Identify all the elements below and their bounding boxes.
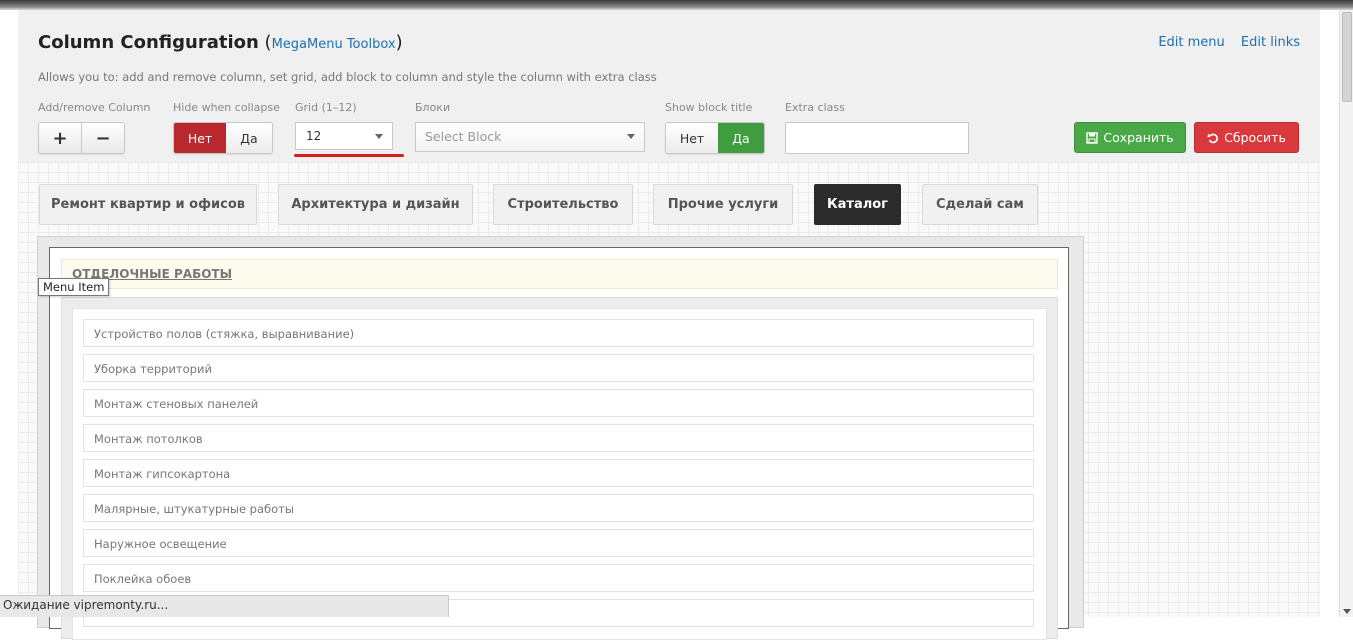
show-block-title-toggle: Нет Да [665,122,765,154]
tab-remont[interactable]: Ремонт квартир и офисов [39,184,257,225]
submenu-wrapper: Устройство полов (стяжка, выравнивание) … [61,297,1058,640]
show-block-title-label: Show block title [665,101,753,114]
submenu-list: Устройство полов (стяжка, выравнивание) … [72,308,1047,640]
tab-construction[interactable]: Строительство [493,184,633,225]
chevron-down-icon [627,134,635,139]
edit-menu-link[interactable]: Edit menu [1158,35,1224,50]
browser-top-edge [0,0,1353,10]
grid-value: 12 [306,129,322,143]
scrollbar-thumb[interactable] [1342,12,1352,102]
blocks-label: Блоки [415,101,451,114]
floppy-disk-icon [1086,131,1099,144]
list-item[interactable]: Поклейка обоев [83,564,1034,592]
tab-architecture[interactable]: Архитектура и дизайн [278,184,473,225]
list-item[interactable]: Малярные, штукатурные работы [83,494,1034,522]
list-item[interactable]: Устройство полов (стяжка, выравнивание) [83,319,1034,347]
column-config-panel: Column Configuration (MegaMenu Toolbox) … [18,10,1320,162]
reset-label: Сбросить [1224,130,1286,145]
hide-yes-button[interactable]: Да [226,123,272,153]
undo-icon [1207,133,1219,143]
tab-catalog[interactable]: Каталог [814,184,901,225]
block-select[interactable]: Select Block [415,122,645,152]
grid-select[interactable]: 12 [295,122,393,150]
title-paren-close: ) [395,32,403,53]
show-title-no-button[interactable]: Нет [666,123,718,153]
save-label: Сохранить [1103,130,1174,145]
save-button[interactable]: Сохранить [1074,122,1186,153]
extra-class-label: Extra class [785,101,845,114]
list-item[interactable]: Уборка территорий [83,354,1034,382]
show-title-yes-button[interactable]: Да [718,123,764,153]
extra-class-input[interactable] [785,122,969,154]
vertical-scrollbar[interactable] [1339,10,1353,617]
list-item[interactable]: Монтаж стеновых панелей [83,389,1034,417]
title-text: Column Configuration [38,32,259,53]
reset-button[interactable]: Сбросить [1194,122,1299,153]
config-description: Allows you to: add and remove column, se… [38,70,657,84]
tab-diy[interactable]: Сделай сам [922,184,1038,225]
chevron-down-icon [375,134,383,139]
scroll-down-arrow-icon[interactable] [1343,609,1351,614]
list-item[interactable]: Монтаж потолков [83,424,1034,452]
menu-heading-bar[interactable]: ОТДЕЛОЧНЫЕ РАБОТЫ [61,259,1058,289]
add-remove-column-label: Add/remove Column [38,101,151,114]
grid-label: Grid (1–12) [295,101,357,114]
list-item[interactable]: Наружное освещение [83,529,1034,557]
red-underline-annotation [294,154,404,157]
mega-menu-dropdown: ОТДЕЛОЧНЫЕ РАБОТЫ Устройство полов (стяж… [37,236,1084,640]
menu-preview-area: Ремонт квартир и офисов Архитектура и ди… [18,162,1320,640]
block-select-placeholder: Select Block [425,129,502,144]
hide-when-collapse-toggle: Нет Да [173,122,273,154]
hide-no-button[interactable]: Нет [174,123,226,153]
remove-column-button[interactable]: − [81,123,124,153]
tab-other-services[interactable]: Прочие услуги [653,184,793,225]
menu-item-tooltip: Menu Item [38,278,110,296]
add-column-button[interactable]: + [39,123,81,153]
megamenu-toolbox-link[interactable]: MegaMenu Toolbox [272,37,396,52]
browser-status-bar: Ожидание vipremonty.ru... [0,595,449,617]
title-paren-open: ( [258,32,272,53]
edit-links-link[interactable]: Edit links [1241,35,1300,50]
mega-menu-column[interactable]: ОТДЕЛОЧНЫЕ РАБОТЫ Устройство полов (стяж… [49,247,1069,640]
hide-when-collapse-label: Hide when collapse [173,101,280,114]
add-remove-column-group: + − [38,122,125,154]
list-item[interactable]: Монтаж гипсокартона [83,459,1034,487]
top-links: Edit menu Edit links [1146,35,1300,50]
page-title: Column Configuration (MegaMenu Toolbox) [38,32,403,53]
